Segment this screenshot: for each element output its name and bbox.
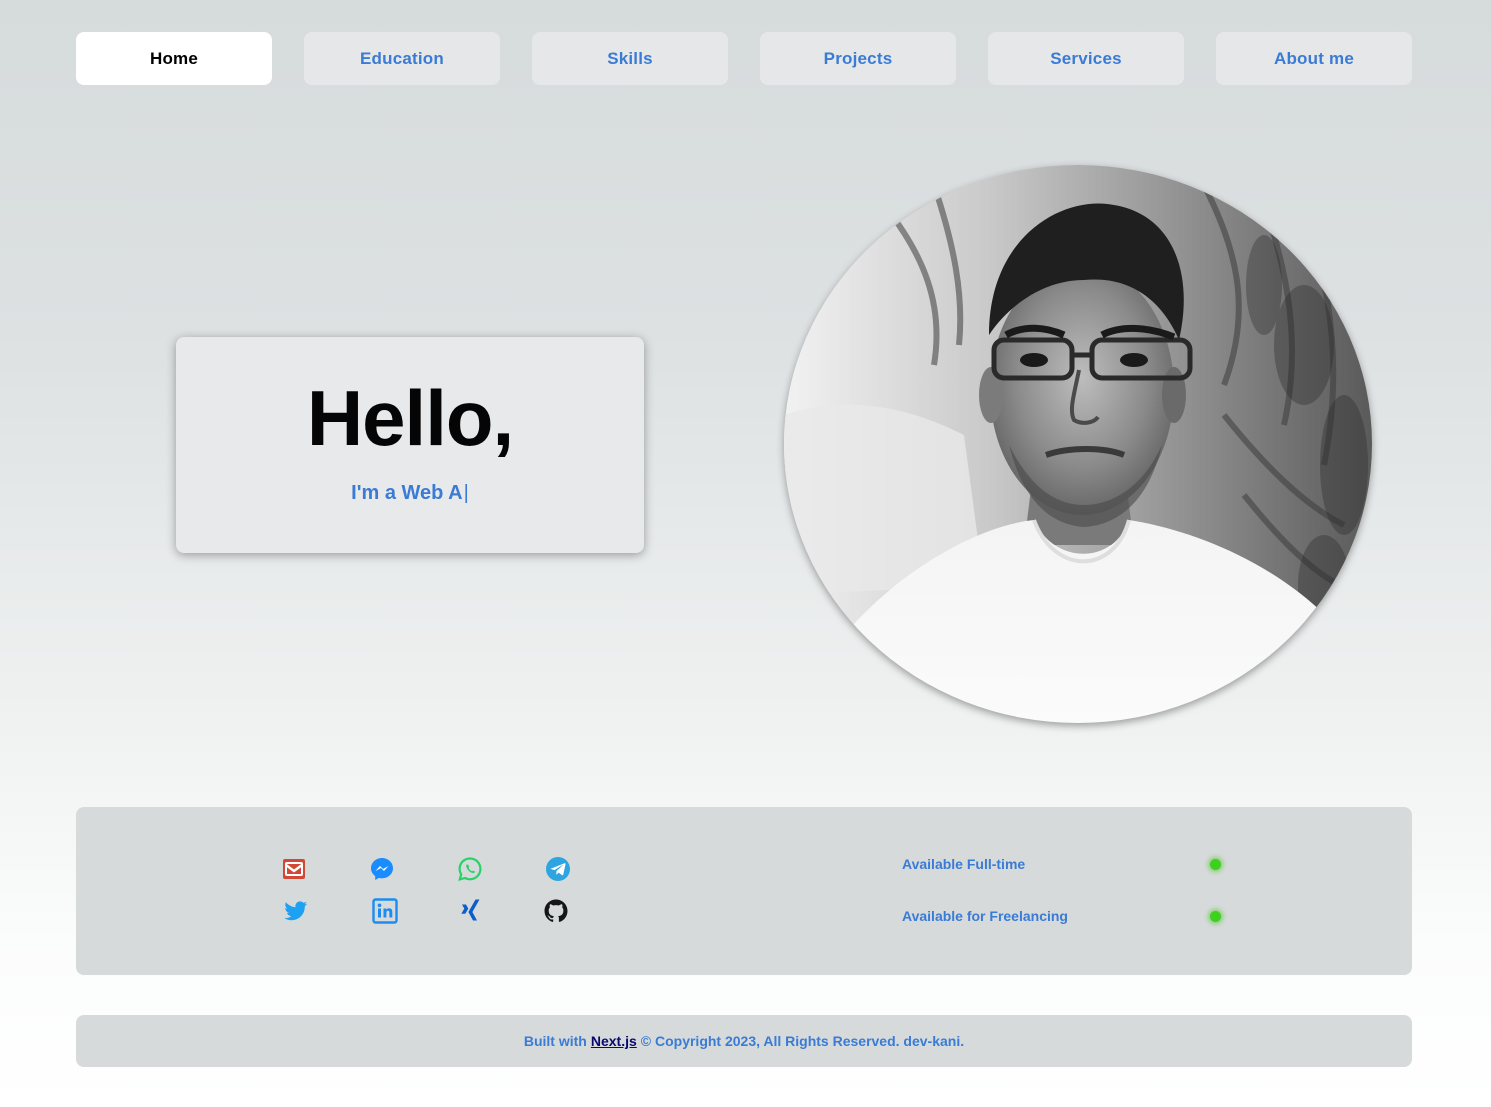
hero-card: Hello, I'm a Web A| bbox=[176, 337, 644, 553]
github-icon[interactable] bbox=[543, 898, 569, 924]
tab-about-me[interactable]: About me bbox=[1216, 32, 1412, 85]
footer-prefix: Built with bbox=[523, 1033, 587, 1049]
fulltime-status-indicator bbox=[1210, 859, 1221, 870]
nextjs-link[interactable]: Next.js bbox=[591, 1033, 637, 1049]
contact-panel: Available Full-time Available for Freela… bbox=[76, 807, 1412, 975]
tab-projects[interactable]: Projects bbox=[760, 32, 956, 85]
whatsapp-icon[interactable] bbox=[457, 856, 483, 882]
footer-copyright: © Copyright 2023, All Rights Reserved. d… bbox=[640, 1033, 965, 1049]
hero-title: Hello, bbox=[306, 374, 514, 462]
typing-text: I'm a Web A bbox=[351, 482, 463, 504]
tab-education[interactable]: Education bbox=[304, 32, 500, 85]
tab-skills[interactable]: Skills bbox=[532, 32, 728, 85]
email-icon[interactable] bbox=[281, 856, 307, 882]
messenger-icon[interactable] bbox=[369, 856, 395, 882]
freelance-status-indicator bbox=[1210, 911, 1221, 922]
twitter-icon[interactable] bbox=[283, 898, 309, 924]
tab-home[interactable]: Home bbox=[76, 32, 272, 85]
profile-photo-image bbox=[784, 165, 1372, 723]
xing-icon[interactable] bbox=[457, 898, 483, 924]
profile-photo bbox=[784, 165, 1372, 723]
tab-services[interactable]: Services bbox=[988, 32, 1184, 85]
availability-fulltime-label: Available Full-time bbox=[902, 856, 1026, 872]
hero-subtitle: I'm a Web A| bbox=[176, 480, 644, 506]
typing-cursor: | bbox=[463, 482, 469, 504]
availability-freelance-label: Available for Freelancing bbox=[902, 908, 1068, 924]
footer: Built with Next.js © Copyright 2023, All… bbox=[76, 1015, 1412, 1067]
main-nav: Home Education Skills Projects Services … bbox=[76, 32, 1412, 85]
telegram-icon[interactable] bbox=[545, 856, 571, 882]
linkedin-icon[interactable] bbox=[372, 898, 398, 924]
